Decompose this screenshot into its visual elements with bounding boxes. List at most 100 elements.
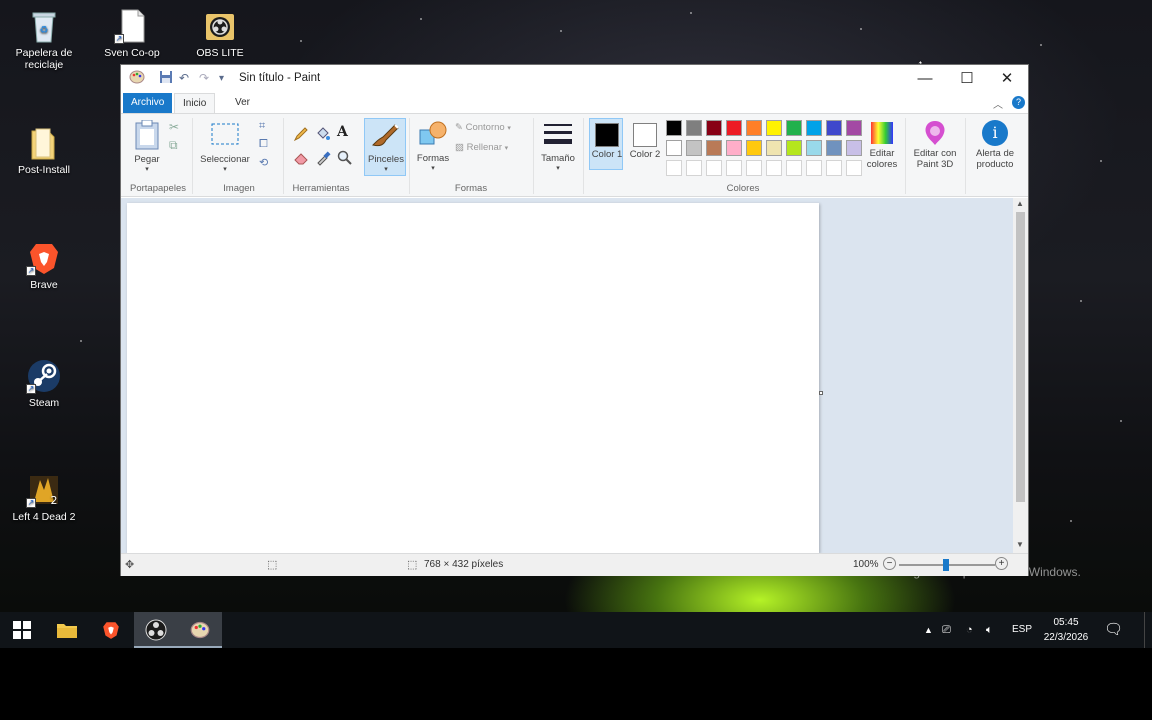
- palette-swatch[interactable]: [806, 140, 822, 156]
- help-icon[interactable]: ?: [1012, 96, 1025, 109]
- show-desktop-button[interactable]: [1144, 612, 1152, 648]
- palette-swatch[interactable]: [766, 140, 782, 156]
- pencil-icon[interactable]: [293, 126, 309, 142]
- scroll-up-icon[interactable]: ▲: [1016, 199, 1024, 208]
- undo-icon[interactable]: ↶: [179, 71, 189, 85]
- language-indicator[interactable]: ESP: [1012, 612, 1032, 648]
- paste-button[interactable]: Pegar ▾: [129, 118, 165, 174]
- notifications-icon[interactable]: 🗨︎: [1104, 612, 1123, 648]
- product-alert-button[interactable]: i Alerta de producto: [967, 118, 1023, 176]
- vertical-scrollbar[interactable]: ▲ ▼: [1013, 198, 1028, 553]
- size-button[interactable]: Tamaño ▾: [537, 118, 579, 176]
- eraser-icon[interactable]: [293, 150, 309, 166]
- copy-icon[interactable]: ⧉: [169, 138, 185, 154]
- desktop-icon-obs-lite[interactable]: OBS LITE: [178, 8, 262, 59]
- scrollbar-thumb[interactable]: [1016, 212, 1025, 502]
- desktop-icon-post-install[interactable]: Post-Install: [2, 125, 86, 176]
- resize-icon[interactable]: ⧠: [259, 138, 275, 154]
- show-hidden-icons-icon[interactable]: ▲: [924, 612, 933, 648]
- redo-icon[interactable]: ↷: [199, 71, 209, 85]
- taskbar-brave[interactable]: [89, 612, 133, 648]
- palette-swatch[interactable]: [786, 140, 802, 156]
- zoom-slider[interactable]: [899, 559, 995, 571]
- desktop-icon-label: Sven Co-op: [104, 47, 160, 59]
- custom-color-slot[interactable]: [706, 160, 722, 176]
- close-button[interactable]: ✕: [987, 68, 1027, 90]
- rotate-icon[interactable]: ⟲: [259, 156, 275, 172]
- brushes-button[interactable]: Pinceles ▾: [364, 118, 406, 176]
- palette-swatch[interactable]: [846, 120, 862, 136]
- palette-swatch[interactable]: [726, 140, 742, 156]
- taskbar-obs[interactable]: [134, 612, 178, 648]
- custom-color-slot[interactable]: [666, 160, 682, 176]
- custom-color-slot[interactable]: [766, 160, 782, 176]
- custom-color-slot[interactable]: [806, 160, 822, 176]
- palette-swatch[interactable]: [786, 120, 802, 136]
- canvas-resize-handle[interactable]: [819, 391, 823, 395]
- custom-color-slot[interactable]: [826, 160, 842, 176]
- minimize-button[interactable]: —: [905, 68, 945, 90]
- custom-color-slot[interactable]: [786, 160, 802, 176]
- palette-swatch[interactable]: [766, 120, 782, 136]
- color-picker-icon[interactable]: [315, 150, 331, 166]
- custom-color-slot[interactable]: [726, 160, 742, 176]
- palette-swatch[interactable]: [846, 140, 862, 156]
- zoom-in-icon[interactable]: +: [995, 557, 1008, 570]
- taskbar-paint[interactable]: [178, 612, 222, 648]
- drawing-canvas[interactable]: [127, 203, 819, 553]
- palette-swatch[interactable]: [826, 140, 842, 156]
- palette-swatch[interactable]: [666, 140, 682, 156]
- start-button[interactable]: [0, 612, 44, 648]
- outline-dropdown[interactable]: ✎ Contorno ▾: [455, 122, 535, 136]
- palette-swatch[interactable]: [686, 120, 702, 136]
- paint3d-button[interactable]: Editar con Paint 3D: [907, 118, 963, 176]
- save-icon[interactable]: [159, 70, 173, 87]
- palette-swatch[interactable]: [666, 120, 682, 136]
- tab-archivo[interactable]: Archivo: [123, 93, 173, 113]
- color1-button[interactable]: Color 1: [589, 118, 623, 170]
- group-label-colors: Colores: [726, 183, 760, 194]
- tab-ver[interactable]: Ver: [227, 93, 258, 113]
- color2-button[interactable]: Color 2: [627, 118, 661, 170]
- network-icon[interactable]: ◔: [966, 612, 973, 648]
- desktop-icon-sven-coop[interactable]: ↗ Sven Co-op: [90, 8, 174, 59]
- palette-swatch[interactable]: [826, 120, 842, 136]
- palette-swatch[interactable]: [746, 140, 762, 156]
- custom-color-slot[interactable]: [686, 160, 702, 176]
- edit-colors-button[interactable]: Editar colores: [861, 118, 903, 176]
- zoom-out-icon[interactable]: −: [883, 557, 896, 570]
- select-button[interactable]: Seleccionar ▾: [197, 118, 253, 174]
- customize-quick-access-icon[interactable]: ▾: [219, 73, 224, 84]
- volume-icon[interactable]: 🔈︎: [986, 612, 993, 648]
- svg-text:2: 2: [51, 494, 58, 507]
- text-tool-icon[interactable]: A: [337, 124, 353, 140]
- palette-swatch[interactable]: [706, 120, 722, 136]
- shapes-button[interactable]: Formas ▾: [413, 118, 453, 176]
- palette-swatch[interactable]: [726, 120, 742, 136]
- custom-color-slot[interactable]: [746, 160, 762, 176]
- clock[interactable]: 05:45 22/3/2026: [1036, 615, 1096, 645]
- ribbon-tabs: Archivo Inicio Ver ︿ ?: [121, 93, 1028, 113]
- desktop-icon-recycle-bin[interactable]: ♻ Papelera de reciclaje: [2, 8, 86, 71]
- desktop-icon-steam[interactable]: ↗ Steam: [2, 358, 86, 409]
- crop-icon[interactable]: ⌗: [259, 120, 275, 136]
- palette-swatch[interactable]: [806, 120, 822, 136]
- palette-swatch[interactable]: [686, 140, 702, 156]
- palette-swatch[interactable]: [746, 120, 762, 136]
- cut-icon[interactable]: ✂: [169, 120, 185, 136]
- fill-bucket-icon[interactable]: [315, 126, 331, 142]
- desktop-icon-left4dead2[interactable]: 2 ↗ Left 4 Dead 2: [2, 472, 86, 523]
- desktop-icon-brave[interactable]: ↗ Brave: [2, 240, 86, 291]
- title-bar[interactable]: ↶ ↷ ▾ Sin título - Paint — ☐ ✕: [121, 65, 1028, 92]
- taskbar-file-explorer[interactable]: [45, 612, 89, 648]
- custom-color-slot[interactable]: [846, 160, 862, 176]
- zoom-slider-thumb[interactable]: [943, 559, 949, 571]
- maximize-button[interactable]: ☐: [947, 68, 987, 90]
- fill-dropdown[interactable]: ▨ Rellenar ▾: [455, 142, 535, 156]
- palette-swatch[interactable]: [706, 140, 722, 156]
- scroll-down-icon[interactable]: ▼: [1016, 540, 1024, 549]
- tab-inicio[interactable]: Inicio: [174, 93, 216, 113]
- collapse-ribbon-icon[interactable]: ︿: [993, 96, 1003, 111]
- magnifier-icon[interactable]: [337, 150, 353, 166]
- network-adapter-icon[interactable]: ⎚: [942, 612, 951, 648]
